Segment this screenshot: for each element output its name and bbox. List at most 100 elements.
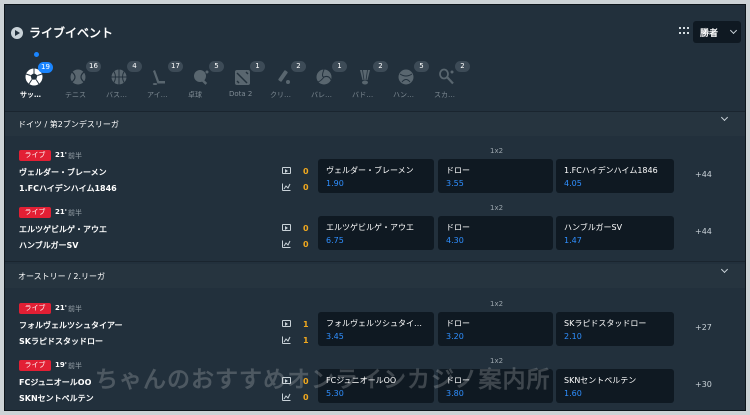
odds-button-away[interactable]: ハンブルガーSV 1.47 [556, 216, 674, 250]
odds-outcome: ハンブルガーSV [564, 223, 623, 232]
market-type-dropdown[interactable]: 勝者 [693, 21, 741, 43]
odds-outcome: ドロー [446, 166, 470, 175]
sport-tab-handball[interactable]: 5 ハン… [389, 51, 430, 111]
sport-tab-dota2[interactable]: 1 Dota 2 [225, 51, 266, 111]
live-stream-icon[interactable] [282, 224, 291, 231]
sport-label: バド… [352, 91, 374, 99]
sport-label: スカ… [434, 91, 455, 99]
stats-icon[interactable] [282, 240, 291, 248]
sport-label: クリ… [270, 91, 291, 99]
chevron-down-icon[interactable] [720, 265, 729, 274]
sport-tab-volleyball[interactable]: 1 バレ… [307, 51, 348, 111]
odds-button-away[interactable]: SKラピドスタッドロー 2.10 [556, 312, 674, 346]
sport-filter-bar: 19 サッ… 16 テニス 4 バス… 17 アイ… 5 卓球 1 Dota 2… [17, 51, 471, 111]
away-score: 0 [303, 393, 309, 402]
live-badge: ライブ [19, 207, 51, 218]
odds-value: 3.55 [446, 179, 464, 188]
odds-value: 4.30 [446, 236, 464, 245]
home-team[interactable]: フォルヴェルツシュタイアー [19, 320, 123, 331]
match-period: 前半 [68, 305, 82, 313]
odds-outcome: ドロー [446, 319, 470, 328]
ice-hockey-icon [150, 67, 170, 87]
home-score: 0 [303, 167, 309, 176]
header-bar: ライブイベント 勝者 [5, 5, 745, 57]
sport-tab-tennis[interactable]: 16 テニス [61, 51, 102, 111]
away-team[interactable]: SKラピドスタッドロー [19, 336, 103, 347]
home-team[interactable]: ヴェルダー・ブレーメン [19, 167, 107, 178]
league-header[interactable]: ドイツ / 第2ブンデスリーガ [5, 112, 745, 136]
live-badge: ライブ [19, 360, 51, 371]
more-markets-link[interactable]: +27 [695, 323, 712, 332]
live-stream-icon[interactable] [282, 167, 291, 174]
active-indicator [34, 52, 39, 57]
sport-count-badge: 1 [250, 61, 265, 72]
odds-value: 4.05 [564, 179, 582, 188]
match-row: ライブ 21' 前半 ヴェルダー・ブレーメン 1.FCハイデンハイム1846 0… [5, 147, 745, 206]
more-markets-link[interactable]: +44 [695, 227, 712, 236]
sport-count-badge: 2 [373, 61, 388, 72]
volleyball-icon [314, 67, 334, 87]
sport-count-badge: 16 [86, 61, 101, 72]
away-team[interactable]: SKNセントペルテン [19, 393, 94, 404]
odds-button-home[interactable]: フォルヴェルツシュタイ… 3.45 [318, 312, 434, 346]
home-team[interactable]: FCジュニオールOO [19, 377, 91, 388]
odds-value: 3.45 [326, 332, 344, 341]
sport-tab-basketball[interactable]: 4 バス… [102, 51, 143, 111]
sport-count-badge: 2 [455, 61, 470, 72]
stats-icon[interactable] [282, 183, 291, 191]
market-label: 1x2 [490, 204, 504, 212]
league-name: ドイツ / 第2ブンデスリーガ [18, 120, 119, 129]
sport-count-badge: 2 [291, 61, 306, 72]
live-badge: ライブ [19, 303, 51, 314]
sport-tab-ice-hockey[interactable]: 17 アイ… [143, 51, 184, 111]
odds-button-draw[interactable]: ドロー 3.55 [438, 159, 553, 193]
odds-value: 2.10 [564, 332, 582, 341]
league-header[interactable]: オーストリー / 2.リーガ [5, 264, 745, 288]
sport-label: テニス [65, 91, 86, 99]
odds-button-draw[interactable]: ドロー 4.30 [438, 216, 553, 250]
sport-label: アイ… [147, 91, 168, 99]
sport-tab-badminton[interactable]: 2 バド… [348, 51, 389, 111]
sport-tab-soccer[interactable]: 19 サッ… [17, 51, 61, 111]
dota2-icon [232, 67, 252, 87]
away-score: 0 [303, 183, 309, 192]
sport-count-badge: 17 [168, 61, 183, 72]
sport-tab-cricket[interactable]: 2 クリ… [266, 51, 307, 111]
title-area: ライブイベント [11, 24, 113, 41]
more-markets-link[interactable]: +44 [695, 170, 712, 179]
away-team[interactable]: 1.FCハイデンハイム1846 [19, 183, 117, 194]
odds-value: 3.20 [446, 332, 464, 341]
odds-outcome: エルツゲビルゲ・アウエ [326, 223, 414, 232]
away-score: 0 [303, 240, 309, 249]
odds-button-draw[interactable]: ドロー 3.20 [438, 312, 553, 346]
odds-value: 1.47 [564, 236, 582, 245]
live-stream-icon[interactable] [282, 320, 291, 327]
chevron-down-icon[interactable] [720, 113, 729, 122]
odds-button-home[interactable]: エルツゲビルゲ・アウエ 6.75 [318, 216, 434, 250]
odds-button-home[interactable]: ヴェルダー・ブレーメン 1.90 [318, 159, 434, 193]
stats-icon[interactable] [282, 336, 291, 344]
away-score: 1 [303, 336, 309, 345]
market-label: 1x2 [490, 300, 504, 308]
grid-view-icon[interactable] [679, 27, 689, 35]
home-score: 1 [303, 320, 309, 329]
match-period: 前半 [68, 362, 82, 370]
odds-button-away[interactable]: 1.FCハイデンハイム1846 4.05 [556, 159, 674, 193]
home-team[interactable]: エルツゲビルゲ・アウエ [19, 224, 107, 235]
sport-tab-squash[interactable]: 2 スカ… [430, 51, 471, 111]
match-period: 前半 [68, 209, 82, 217]
away-team[interactable]: ハンブルガーSV [19, 240, 78, 251]
odds-outcome: SKラピドスタッドロー [564, 319, 647, 328]
sport-tab-table-tennis[interactable]: 5 卓球 [184, 51, 225, 111]
badminton-icon [355, 67, 375, 87]
chevron-down-icon [729, 26, 738, 35]
match-period: 前半 [68, 152, 82, 160]
match-row: ライブ 21' 前半 フォルヴェルツシュタイアー SKラピドスタッドロー 1 1… [5, 300, 745, 359]
match-time: 21' [55, 208, 67, 216]
odds-outcome: フォルヴェルツシュタイ… [326, 319, 422, 328]
match-time: 19' [55, 361, 67, 369]
squash-icon [437, 67, 457, 87]
match-row: ライブ 21' 前半 エルツゲビルゲ・アウエ ハンブルガーSV 0 0 1x2 … [5, 204, 745, 263]
stats-icon[interactable] [282, 393, 291, 401]
sport-count-badge: 1 [332, 61, 347, 72]
